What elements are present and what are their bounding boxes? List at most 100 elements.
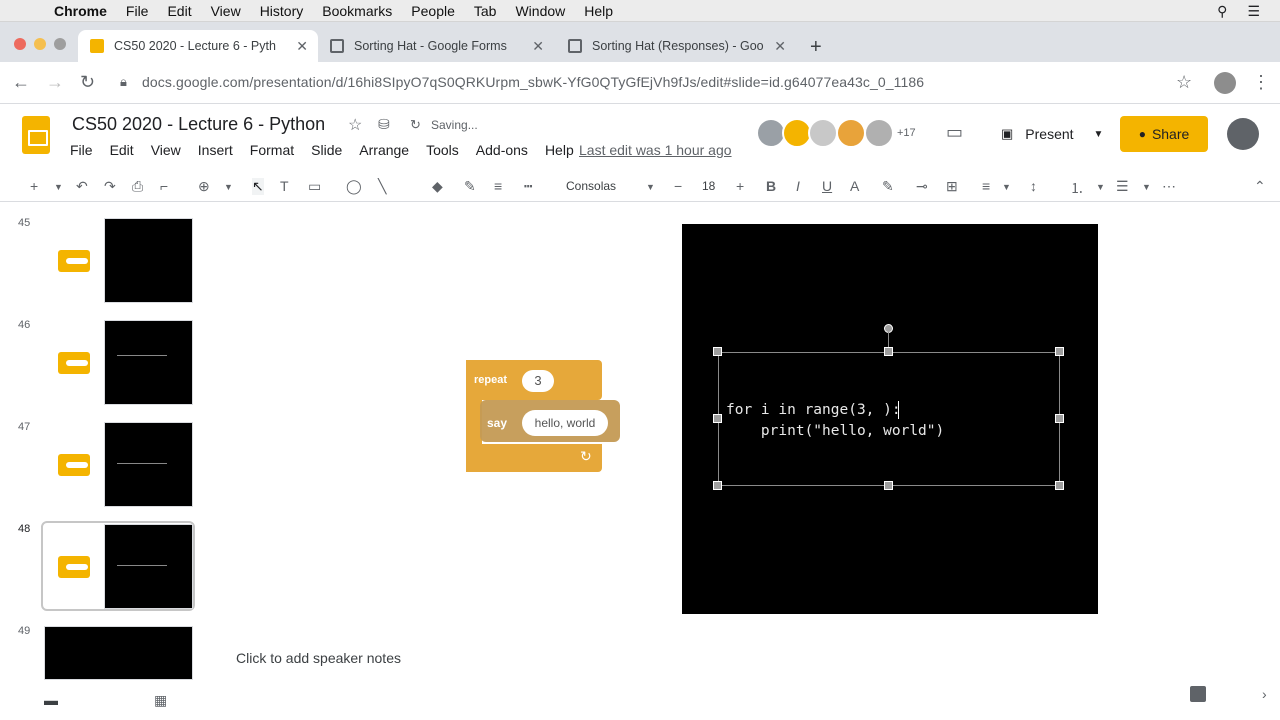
menu-arrange[interactable]: Arrange <box>359 142 409 158</box>
resize-handle[interactable] <box>713 414 722 423</box>
menu-tools[interactable]: Tools <box>426 142 459 158</box>
menubar-item-window[interactable]: Window <box>515 3 565 19</box>
link-icon[interactable]: ⊸ <box>916 178 928 195</box>
shape-icon[interactable]: ◯ <box>346 178 362 195</box>
font-family-select[interactable]: Consolas <box>566 179 616 193</box>
reload-icon[interactable]: ↻ <box>80 72 95 93</box>
menu-insert[interactable]: Insert <box>198 142 233 158</box>
border-color-icon[interactable]: ✎ <box>464 178 476 195</box>
border-dash-icon[interactable]: ┅ <box>524 178 532 195</box>
lock-icon[interactable]: 🔒︎ <box>120 74 127 90</box>
menu-slide[interactable]: Slide <box>311 142 342 158</box>
chevron-down-icon[interactable]: ▼ <box>1142 182 1151 192</box>
slide-thumbnail[interactable] <box>44 626 193 680</box>
bulleted-list-icon[interactable]: ☰ <box>1116 178 1129 195</box>
window-close-button[interactable] <box>14 38 26 50</box>
move-folder-icon[interactable]: ⛁ <box>378 116 390 133</box>
spotlight-search-icon[interactable]: ⚲ <box>1217 3 1227 20</box>
repeat-count-pill[interactable]: 3 <box>522 370 554 392</box>
paint-format-icon[interactable]: ⌐ <box>160 178 168 194</box>
comments-icon[interactable]: ▭ <box>946 122 963 143</box>
align-icon[interactable]: ≡ <box>982 178 990 194</box>
chevron-down-icon[interactable]: ▼ <box>224 182 233 192</box>
menu-edit[interactable]: Edit <box>110 142 134 158</box>
menubar-item-tab[interactable]: Tab <box>474 3 497 19</box>
new-slide-plus-icon[interactable]: + <box>30 178 38 194</box>
speaker-notes-placeholder[interactable]: Click to add speaker notes <box>236 650 401 666</box>
menubar-item-help[interactable]: Help <box>584 3 613 19</box>
more-horiz-icon[interactable]: ⋯ <box>1162 178 1176 195</box>
text-color-icon[interactable]: A <box>850 178 859 194</box>
comment-add-icon[interactable]: ⊞ <box>946 178 958 195</box>
bookmark-star-icon[interactable]: ☆ <box>1176 72 1192 93</box>
border-weight-icon[interactable]: ≡ <box>494 178 502 194</box>
image-icon[interactable]: ▭ <box>308 178 321 195</box>
line-spacing-icon[interactable]: ↕ <box>1030 178 1037 194</box>
menubar-item-view[interactable]: View <box>211 3 241 19</box>
scratch-repeat-block[interactable]: repeat 3 say hello, world ↻ <box>466 360 620 472</box>
menubar-item-bookmarks[interactable]: Bookmarks <box>322 3 392 19</box>
underline-icon[interactable]: U <box>822 178 832 194</box>
menu-file[interactable]: File <box>70 142 93 158</box>
browser-tab-responses[interactable]: Sorting Hat (Responses) - Goo ✕ <box>556 30 796 62</box>
slide-thumbnail[interactable] <box>104 218 193 303</box>
text-box-icon[interactable]: T <box>280 178 289 194</box>
undo-icon[interactable]: ↶ <box>76 178 88 195</box>
decrease-font-icon[interactable]: − <box>674 178 682 194</box>
slide-thumbnail-selected[interactable] <box>104 524 193 609</box>
chevron-down-icon[interactable]: ▼ <box>54 182 63 192</box>
last-edit-link[interactable]: Last edit was 1 hour ago <box>579 142 732 158</box>
profile-avatar[interactable] <box>1214 72 1236 94</box>
url-field[interactable]: docs.google.com/presentation/d/16hi8SIpy… <box>142 74 924 90</box>
numbered-list-icon[interactable]: ⒈ <box>1070 178 1084 198</box>
close-icon[interactable]: ✕ <box>774 38 786 55</box>
font-size-field[interactable]: 18 <box>702 179 715 193</box>
document-title[interactable]: CS50 2020 - Lecture 6 - Python <box>72 114 325 135</box>
resize-handle[interactable] <box>884 481 893 490</box>
close-icon[interactable]: ✕ <box>296 38 308 55</box>
share-button[interactable]: ● Share <box>1120 116 1208 152</box>
say-text-pill[interactable]: hello, world <box>522 410 608 436</box>
highlight-icon[interactable]: ✎ <box>882 178 894 195</box>
line-icon[interactable]: ╲ <box>378 178 386 195</box>
slide-thumbnail[interactable] <box>104 422 193 507</box>
menu-view[interactable]: View <box>151 142 181 158</box>
window-zoom-button[interactable] <box>54 38 66 50</box>
collaborators-count[interactable]: +17 <box>897 127 916 139</box>
explore-icon[interactable] <box>1190 686 1206 702</box>
fill-color-icon[interactable]: ◆ <box>432 178 443 195</box>
close-icon[interactable]: ✕ <box>532 38 544 55</box>
window-minimize-button[interactable] <box>34 38 46 50</box>
resize-handle[interactable] <box>1055 481 1064 490</box>
forward-arrow-icon[interactable]: → <box>46 72 64 93</box>
menubar-item-history[interactable]: History <box>260 3 304 19</box>
slide-thumbnail[interactable] <box>104 320 193 405</box>
menubar-item-file[interactable]: File <box>126 3 149 19</box>
italic-icon[interactable]: I <box>796 178 800 194</box>
collaborator-avatar[interactable] <box>836 118 866 148</box>
menu-format[interactable]: Format <box>250 142 294 158</box>
collaborator-avatar[interactable] <box>864 118 894 148</box>
resize-handle[interactable] <box>1055 347 1064 356</box>
back-arrow-icon[interactable]: ← <box>12 72 30 93</box>
increase-font-icon[interactable]: + <box>736 178 744 194</box>
resize-handle[interactable] <box>713 347 722 356</box>
zoom-icon[interactable]: ⊕ <box>198 178 210 195</box>
print-icon[interactable]: ⎙ <box>132 178 143 195</box>
side-panel-icon[interactable]: › <box>1262 686 1267 702</box>
menu-help[interactable]: Help <box>545 142 574 158</box>
code-text[interactable]: for i in range(3, ): print("hello, world… <box>726 400 944 442</box>
filmstrip-view-icon[interactable]: ▬ <box>44 692 58 708</box>
chevron-down-icon[interactable]: ▼ <box>646 182 655 192</box>
redo-icon[interactable]: ↷ <box>104 178 116 195</box>
resize-handle[interactable] <box>713 481 722 490</box>
bold-icon[interactable]: B <box>766 178 776 194</box>
select-arrow-icon[interactable]: ↖ <box>252 178 264 195</box>
browser-tab-lecture[interactable]: CS50 2020 - Lecture 6 - Pyth ✕ <box>78 30 318 62</box>
menu-addons[interactable]: Add-ons <box>476 142 528 158</box>
new-tab-plus-icon[interactable]: + <box>810 36 822 59</box>
collapse-toolbar-icon[interactable]: ⌃ <box>1254 178 1266 195</box>
menubar-app-name[interactable]: Chrome <box>54 3 107 19</box>
slides-logo-icon[interactable] <box>22 116 50 154</box>
account-avatar[interactable] <box>1227 118 1259 150</box>
